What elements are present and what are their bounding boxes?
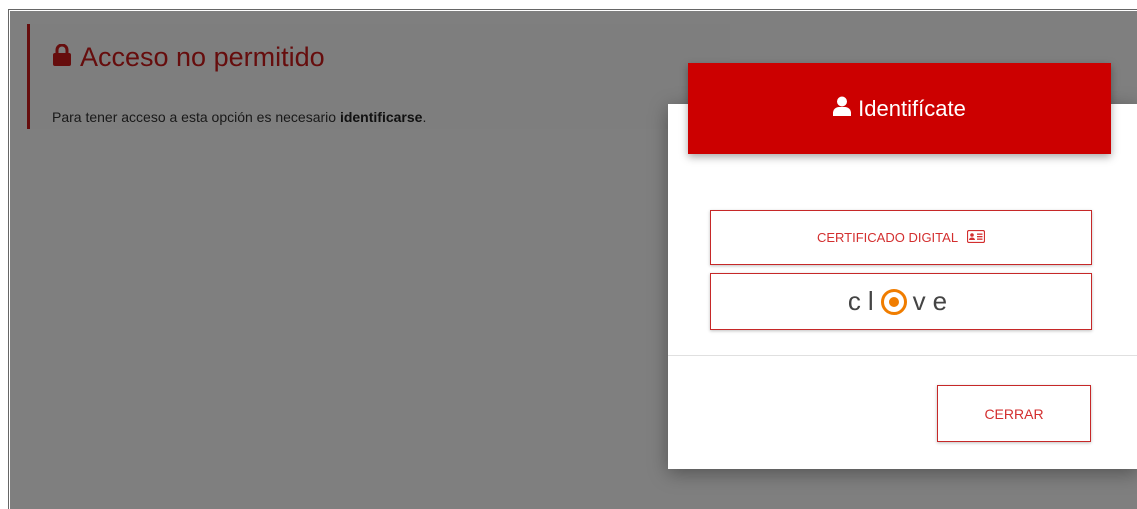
digital-certificate-button[interactable]: CERTIFICADO DIGITAL	[710, 210, 1092, 265]
modal-divider	[668, 355, 1137, 356]
clave-at-icon	[880, 288, 907, 315]
user-icon	[833, 96, 852, 122]
digital-certificate-label: CERTIFICADO DIGITAL	[816, 230, 959, 245]
id-card-icon	[967, 229, 986, 246]
modal-header: Identifícate	[688, 63, 1111, 154]
modal-title: Identifícate	[858, 95, 966, 121]
clave-logo: cl ve	[848, 286, 954, 317]
clave-login-button[interactable]: cl ve	[710, 273, 1092, 330]
clave-logo-text-end: ve	[912, 286, 955, 316]
clave-logo-text-start: cl	[847, 286, 881, 316]
close-button-label: CERRAR	[984, 405, 1044, 422]
close-button[interactable]: CERRAR	[937, 385, 1091, 442]
